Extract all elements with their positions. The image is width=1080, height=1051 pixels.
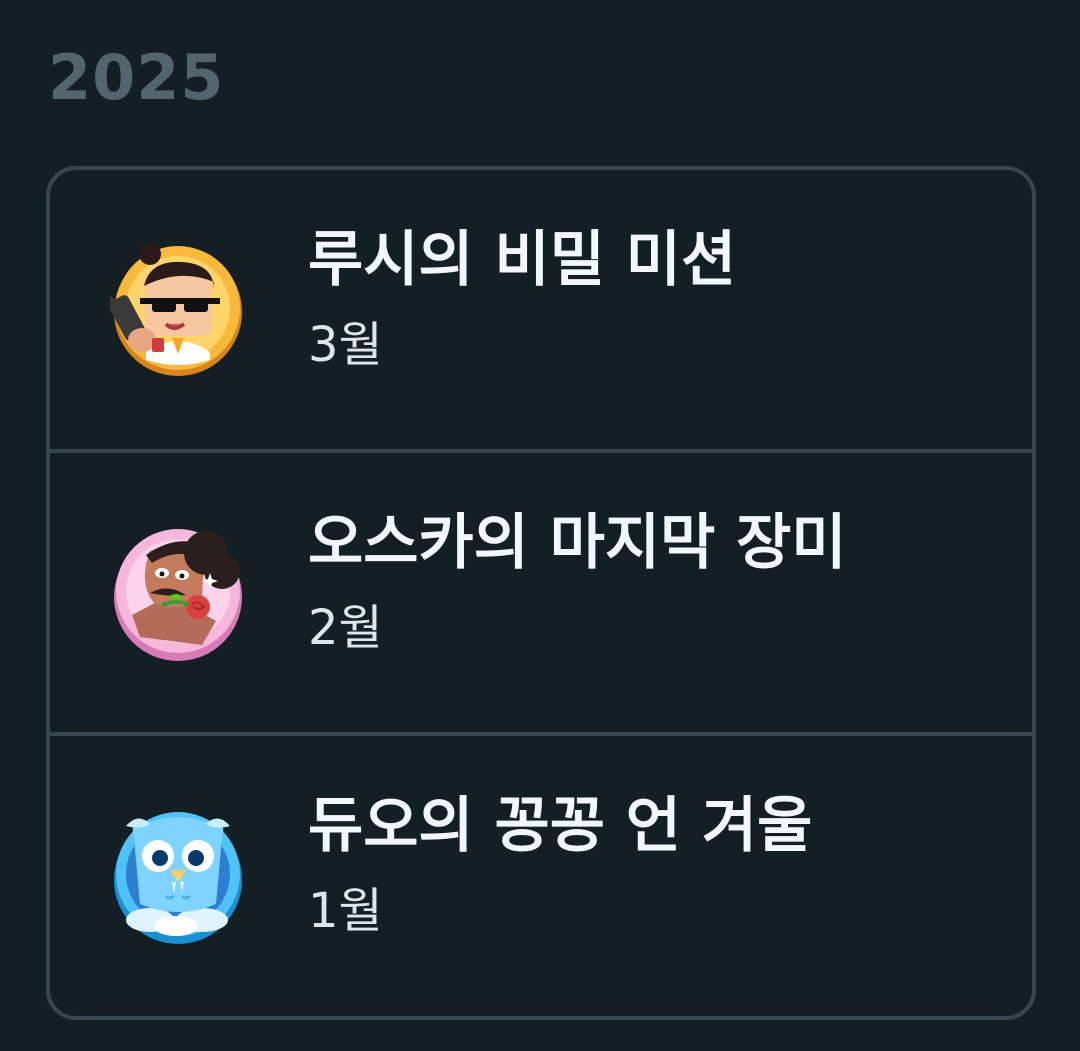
item-month: 3월: [308, 317, 383, 373]
item-title: 듀오의 꽁꽁 언 겨울: [308, 791, 813, 861]
list-item-oscar[interactable]: 오스카의 마지막 장미 2월: [50, 453, 1032, 736]
list-item-duo[interactable]: 듀오의 꽁꽁 언 겨울 1월: [50, 736, 1032, 1016]
duo-frozen-badge-icon: [110, 808, 246, 944]
item-title: 루시의 비밀 미션: [308, 225, 737, 295]
item-title: 오스카의 마지막 장미: [308, 508, 847, 578]
lucy-spy-badge-icon: [110, 242, 246, 378]
oscar-rose-badge-icon: [110, 525, 246, 661]
badges-card: 루시의 비밀 미션 3월 오스카의 마지막 장미 2월 듀오의 꽁꽁 언 겨울 …: [46, 166, 1036, 1020]
item-month: 2월: [308, 600, 383, 656]
page: 2025 루시의 비밀 미션 3월 오스카의 마지막 장미 2월 듀오의 꽁꽁 …: [0, 0, 1080, 1051]
year-heading: 2025: [48, 41, 225, 114]
item-month: 1월: [308, 883, 383, 939]
list-item-lucy[interactable]: 루시의 비밀 미션 3월: [50, 170, 1032, 453]
